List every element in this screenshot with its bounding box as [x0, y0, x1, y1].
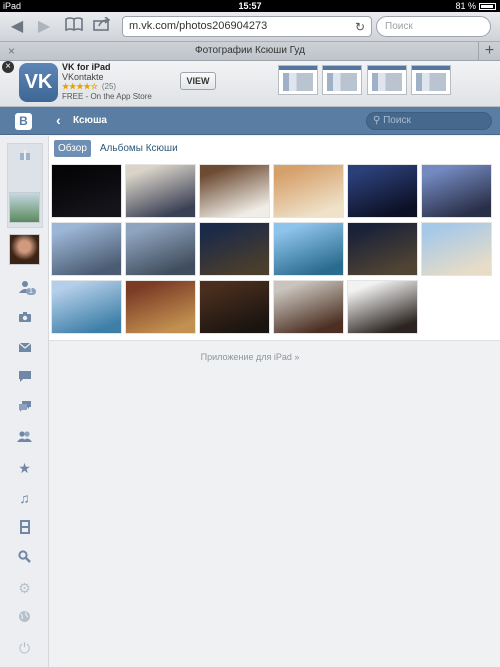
vk-header: B ‹ Ксюша ⚲ Поиск — [0, 107, 500, 135]
photo-thumbnail[interactable] — [199, 280, 270, 334]
photo-thumbnail[interactable] — [347, 164, 418, 218]
close-banner-icon[interactable]: × — [2, 61, 14, 73]
photo-thumbnail[interactable] — [125, 164, 196, 218]
ipad-app-link[interactable]: Приложение для iPad » — [0, 352, 500, 362]
photo-thumbnail[interactable] — [125, 280, 196, 334]
music-icon[interactable]: ♫ — [0, 490, 49, 510]
share-icon[interactable] — [91, 16, 113, 37]
photos-panel: Обзор Альбомы Ксюши — [49, 136, 500, 341]
bookmarks-icon[interactable] — [63, 17, 85, 37]
gear-icon[interactable]: ⚙ — [0, 580, 49, 600]
app-screenshot — [367, 65, 407, 95]
page-title[interactable]: Ксюша — [73, 115, 107, 126]
photo-thumbnail[interactable] — [421, 164, 492, 218]
vk-search-placeholder: Поиск — [383, 115, 411, 126]
browser-search-input[interactable]: Поиск — [376, 16, 491, 37]
photo-tabs: Обзор Альбомы Ксюши — [54, 140, 182, 157]
photo-thumbnail[interactable] — [273, 280, 344, 334]
reload-icon[interactable]: ↻ — [355, 20, 365, 34]
gift-icon[interactable] — [0, 148, 49, 168]
back-arrow-icon[interactable]: ◀ — [6, 17, 28, 37]
groups-icon[interactable] — [0, 430, 49, 450]
photo-thumbnail[interactable] — [273, 164, 344, 218]
tab-albums[interactable]: Альбомы Ксюши — [96, 140, 182, 157]
camera-icon[interactable] — [0, 310, 49, 330]
photo-thumbnail[interactable] — [347, 222, 418, 276]
battery-indicator: 81 % — [455, 1, 496, 11]
photo-thumbnail[interactable] — [51, 280, 122, 334]
address-bar[interactable]: m.vk.com/photos206904273 ↻ — [122, 16, 372, 37]
avatar[interactable] — [9, 234, 40, 265]
battery-percent: 81 % — [455, 1, 476, 11]
search-icon[interactable] — [0, 550, 49, 570]
app-screenshot — [411, 65, 451, 95]
photo-thumbnail[interactable] — [51, 164, 122, 218]
photo-thumbnail[interactable] — [347, 280, 418, 334]
app-screenshot — [322, 65, 362, 95]
battery-icon — [479, 2, 496, 10]
browser-tab-bar: × Фотографии Ксюши Гуд + — [0, 42, 500, 61]
friends-badge: 1 — [26, 288, 36, 295]
app-developer: VKontakte — [62, 72, 104, 82]
vk-logo-icon[interactable]: B — [15, 113, 32, 130]
app-rating: ★★★★☆ (25) — [62, 82, 116, 91]
browser-tab-title[interactable]: Фотографии Ксюши Гуд — [0, 45, 500, 56]
status-bar: iPad 15:57 81 % — [0, 0, 500, 12]
photo-thumbnail[interactable] — [421, 222, 492, 276]
photo-thumbnail[interactable] — [199, 164, 270, 218]
view-app-button[interactable]: VIEW — [180, 72, 216, 90]
photo-thumbnail[interactable] — [199, 222, 270, 276]
video-icon[interactable] — [0, 520, 49, 540]
photo-thumbnail[interactable] — [51, 222, 122, 276]
sidebar: 1 ★ ♫ ⚙ ⏻ — [0, 136, 49, 667]
new-tab-icon[interactable]: + — [478, 42, 500, 61]
vk-app-icon: VK — [19, 63, 58, 102]
rating-count: (25) — [101, 82, 117, 91]
app-screenshot — [278, 65, 318, 95]
friends-icon[interactable]: 1 — [0, 280, 49, 300]
photo-thumbnail[interactable] — [273, 222, 344, 276]
rating-stars: ★★★★☆ — [62, 82, 98, 91]
sidebar-photo-thumbnail[interactable] — [9, 192, 40, 223]
app-banner: × VK VK for iPad VKontakte ★★★★☆ (25) FRE… — [0, 61, 500, 107]
news-icon[interactable] — [0, 400, 49, 420]
app-price: FREE - On the App Store — [62, 92, 152, 101]
app-name: VK for iPad — [62, 62, 111, 72]
back-chevron-icon[interactable]: ‹ — [56, 112, 61, 128]
vk-search-input[interactable]: ⚲ Поиск — [366, 112, 492, 130]
messages-icon[interactable] — [0, 370, 49, 390]
browser-toolbar: ◀ ▶ m.vk.com/photos206904273 ↻ Поиск — [0, 12, 500, 42]
clock: 15:57 — [238, 1, 262, 11]
tab-overview[interactable]: Обзор — [54, 140, 91, 157]
globe-icon[interactable] — [0, 610, 49, 630]
power-icon[interactable]: ⏻ — [0, 640, 49, 660]
forward-arrow-icon[interactable]: ▶ — [33, 17, 55, 37]
star-icon[interactable]: ★ — [0, 460, 49, 480]
url-text: m.vk.com/photos206904273 — [129, 20, 268, 32]
photo-thumbnail[interactable] — [125, 222, 196, 276]
